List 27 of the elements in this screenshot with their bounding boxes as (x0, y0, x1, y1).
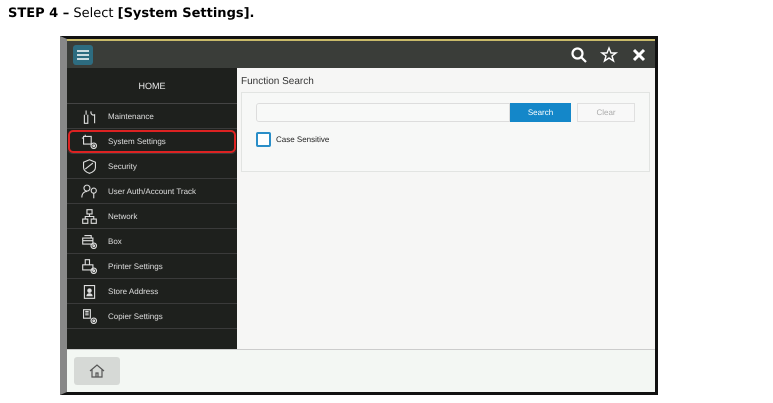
checkbox-label: Case Sensitive (276, 135, 330, 144)
menu-button[interactable] (73, 44, 93, 64)
sidebar-item[interactable]: Copier Settings (67, 304, 237, 329)
tray-gear-icon (81, 232, 98, 250)
home-button[interactable] (74, 357, 120, 385)
sidebar-item[interactable]: System Settings (67, 129, 237, 154)
network-icon (81, 208, 98, 224)
checkbox[interactable] (256, 132, 271, 147)
step-instruction: STEP 4 – Select [System Settings]. (7, 5, 256, 23)
search-button[interactable]: Search (510, 103, 571, 122)
menu-icon (77, 50, 89, 60)
sidebar-item[interactable]: Network (67, 204, 237, 229)
tools-icon (81, 108, 98, 124)
shield-icon (81, 158, 98, 174)
sidebar-item[interactable]: Store Address (67, 279, 237, 304)
search-icon[interactable] (569, 44, 589, 64)
copier-gear-icon (81, 308, 98, 324)
printer-gear-icon (81, 258, 98, 274)
sidebar-item[interactable]: Printer Settings (67, 254, 237, 279)
user-key-icon (81, 182, 98, 200)
panel-title: Function Search (241, 76, 315, 87)
star-icon[interactable] (599, 44, 619, 64)
search-field[interactable] (256, 103, 510, 122)
home-icon (89, 363, 105, 379)
storage-icon (81, 282, 98, 300)
device-gear-icon (81, 132, 98, 150)
sidebar-item[interactable]: Box (67, 229, 237, 254)
